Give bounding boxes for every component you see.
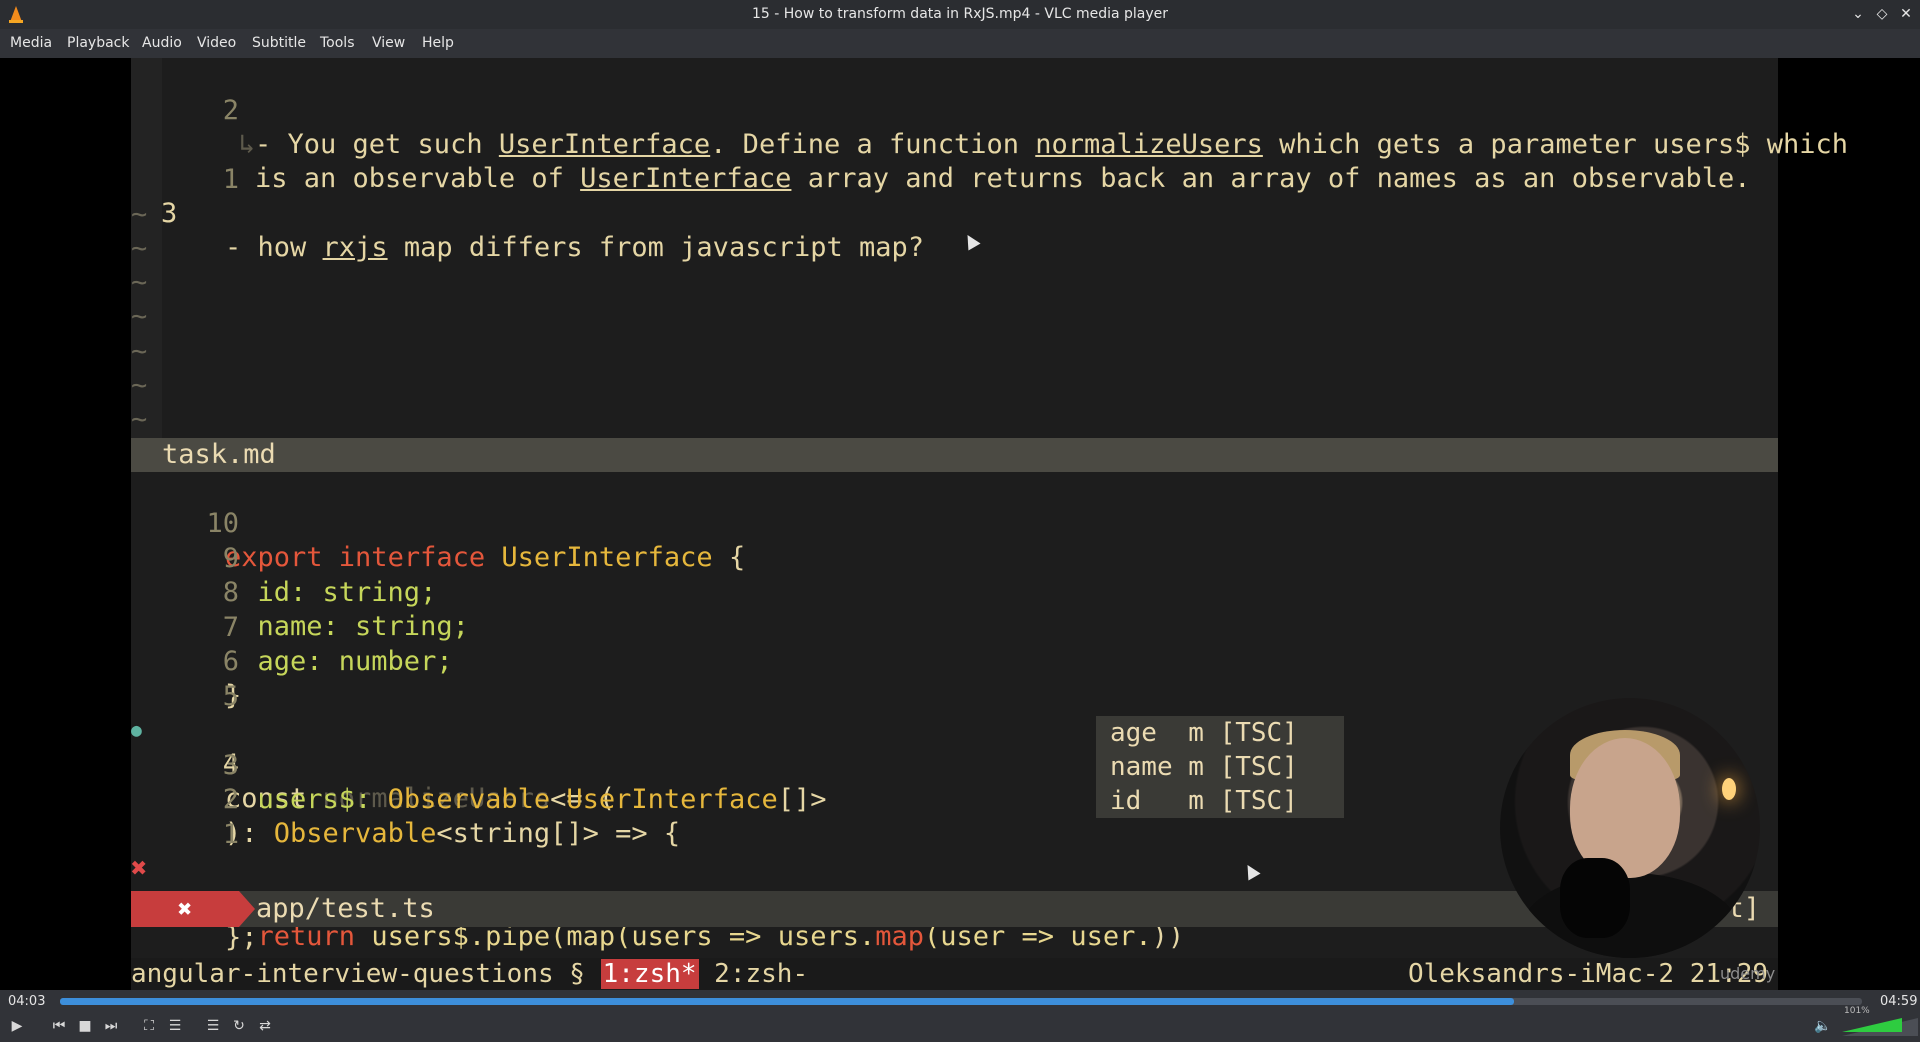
md-line: ↳ is an observable of UserInterface arra… bbox=[238, 129, 1751, 194]
volume-percent: 101% bbox=[1844, 1006, 1870, 1016]
extended-settings-icon[interactable]: ☰ bbox=[164, 1015, 186, 1037]
elapsed-time: 04:03 bbox=[8, 994, 46, 1009]
menu-tools[interactable]: Tools bbox=[320, 35, 355, 51]
previous-icon[interactable]: ⏮ bbox=[48, 1015, 70, 1037]
total-time: 04:59 bbox=[1880, 994, 1918, 1009]
seek-bar-fill bbox=[60, 998, 1515, 1005]
stop-icon[interactable]: ■ bbox=[74, 1015, 96, 1037]
code-line: 9 id: string; bbox=[222, 543, 437, 608]
empty-line-marker: ~ bbox=[131, 233, 148, 264]
code-line: 7 age: number; bbox=[222, 612, 453, 677]
code-line: 8 name: string; bbox=[222, 577, 469, 642]
window-title: 15 - How to transform data in RxJS.mp4 -… bbox=[751, 6, 1169, 22]
fullscreen-icon[interactable]: ⛶ bbox=[138, 1015, 160, 1037]
loop-icon[interactable]: ↻ bbox=[228, 1015, 250, 1037]
autocomplete-popup: age m [TSC] name m [TSC] id m [TSC] bbox=[1096, 716, 1344, 818]
next-icon[interactable]: ⏭ bbox=[100, 1015, 122, 1037]
candle-icon bbox=[1722, 778, 1736, 800]
autocomplete-item[interactable]: id m [TSC] bbox=[1110, 784, 1298, 818]
empty-line-marker: ~ bbox=[131, 267, 148, 298]
error-badge-icon: ✖ bbox=[131, 891, 239, 927]
tmux-session: angular-interview-questions § bbox=[131, 959, 601, 989]
file-path: app/test.ts bbox=[256, 893, 435, 924]
play-icon[interactable]: ▶ bbox=[6, 1015, 28, 1037]
md-line-current: 3 - how rxjs map differs from javascript… bbox=[161, 198, 925, 263]
tmux-window: 2:zsh- bbox=[698, 959, 809, 989]
speaker-icon[interactable]: 🔈 bbox=[1812, 1015, 1834, 1037]
volume-slider[interactable]: 101% bbox=[1842, 1006, 1918, 1036]
code-line: 10 export interface UserInterface { bbox=[206, 508, 746, 573]
player-controls: 04:03 04:59 ▶ ⏮ ■ ⏭ ⛶ ☰ ☰ ↻ ⇄ 🔈 101% bbox=[0, 990, 1920, 1042]
code-line: 5 bbox=[222, 681, 239, 712]
md-line: 1 bbox=[222, 164, 239, 195]
code-line: ● 4 const normalizeUsers = ( bbox=[131, 680, 1778, 814]
menu-view[interactable]: View bbox=[372, 35, 405, 51]
webcam-overlay bbox=[1500, 698, 1760, 958]
tmux-status-bar: angular-interview-questions § 1:zsh* 2:z… bbox=[131, 958, 1778, 990]
shuffle-icon[interactable]: ⇄ bbox=[254, 1015, 276, 1037]
pane-status-bar: task.md bbox=[131, 438, 1778, 472]
menu-audio[interactable]: Audio bbox=[142, 35, 182, 51]
code-line: 6 } bbox=[222, 646, 242, 711]
tmux-host-clock: Oleksandrs-iMac-2 21:29 bbox=[1407, 959, 1768, 989]
menu-subtitle[interactable]: Subtitle bbox=[252, 35, 306, 51]
udemy-watermark: udemy bbox=[1720, 964, 1776, 983]
seek-bar[interactable] bbox=[60, 998, 1862, 1005]
empty-line-marker: ~ bbox=[131, 199, 148, 230]
empty-line-marker: ~ bbox=[131, 336, 148, 367]
playlist-icon[interactable]: ☰ bbox=[202, 1015, 224, 1037]
menu-video[interactable]: Video bbox=[197, 35, 236, 51]
menu-playback[interactable]: Playback bbox=[67, 35, 129, 51]
menu-media[interactable]: Media bbox=[10, 35, 52, 51]
minimize-icon[interactable]: ⌄ bbox=[1848, 4, 1868, 24]
video-area[interactable]: 2 - You get such UserInterface. Define a… bbox=[0, 58, 1920, 990]
close-icon[interactable]: ✕ bbox=[1896, 4, 1916, 24]
autocomplete-item[interactable]: name m [TSC] bbox=[1110, 750, 1298, 784]
tmux-window-active: 1:zsh* bbox=[600, 959, 699, 989]
powerline-arrow bbox=[239, 891, 255, 927]
empty-line-marker: ~ bbox=[131, 301, 148, 332]
empty-line-marker: ~ bbox=[131, 370, 148, 401]
title-bar: 15 - How to transform data in RxJS.mp4 -… bbox=[0, 0, 1920, 29]
md-line: 2 - You get such UserInterface. Define a… bbox=[222, 95, 1849, 160]
autocomplete-item[interactable]: age m [TSC] bbox=[1110, 716, 1298, 750]
status-filename: task.md bbox=[162, 439, 276, 470]
maximize-icon[interactable]: ◇ bbox=[1872, 4, 1892, 24]
menu-bar: Media Playback Audio Video Subtitle Tool… bbox=[0, 29, 1920, 58]
empty-line-marker: ~ bbox=[131, 404, 148, 435]
menu-help[interactable]: Help bbox=[422, 35, 454, 51]
